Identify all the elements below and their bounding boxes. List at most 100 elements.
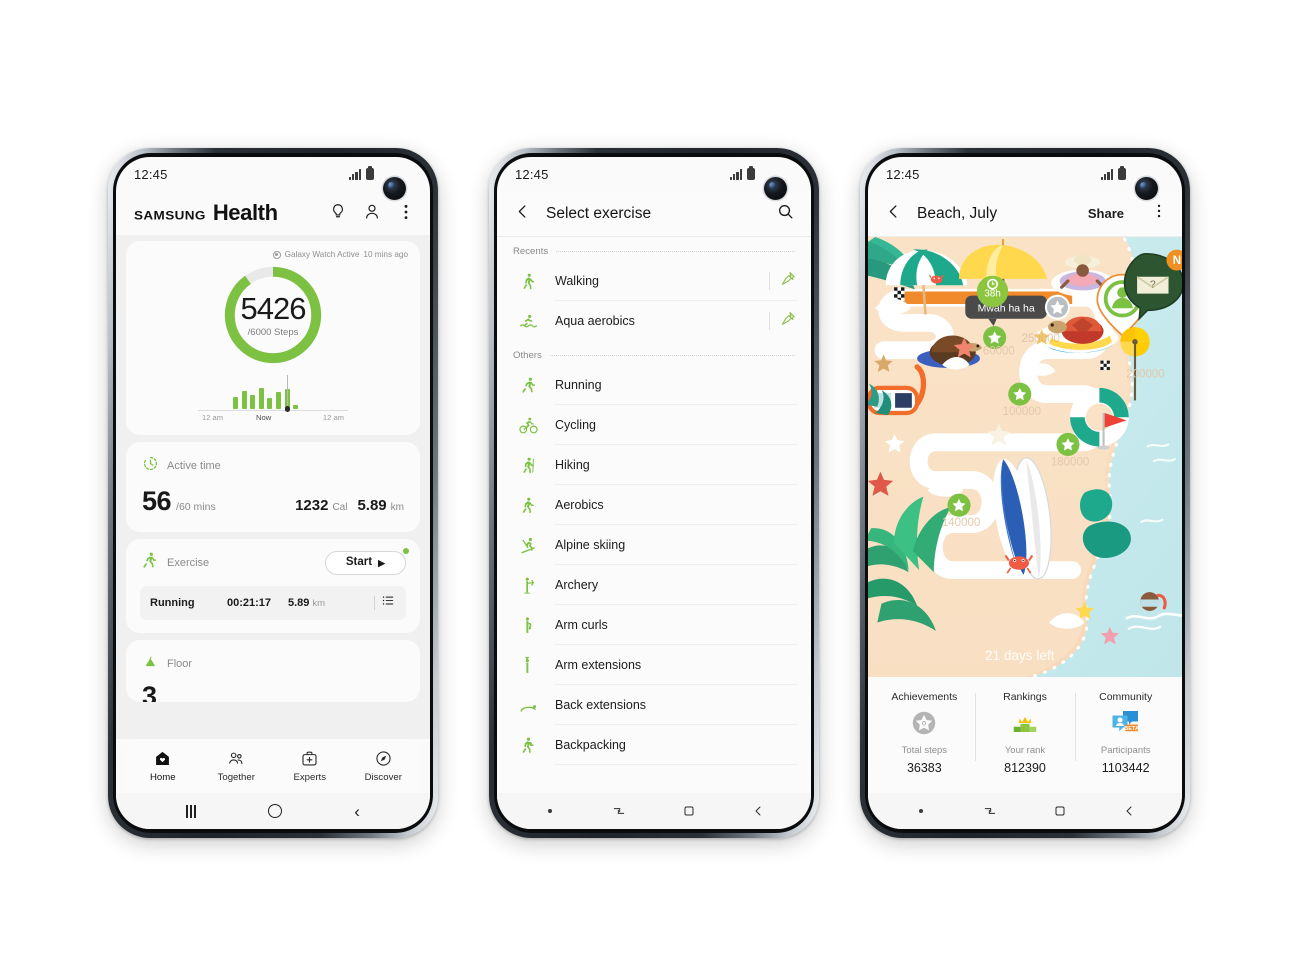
divider (769, 312, 770, 330)
exercise-item-aqua-aerobics[interactable]: Aqua aerobics (497, 301, 811, 341)
floor-card[interactable]: Floor 3 (126, 640, 420, 702)
home-circle-icon[interactable] (267, 804, 282, 818)
pin-icon[interactable] (780, 310, 797, 332)
screenshot-stage: 12:45 SAMSUNG Health Galaxy Watch Active… (0, 0, 1300, 961)
milestone-200000: 200000 (1126, 368, 1164, 380)
app-title: SAMSUNG Health (134, 200, 278, 226)
section-label: Recents (513, 246, 549, 257)
exercise-item-body: Back extensions (555, 685, 797, 725)
exercise-item-label: Aerobics (555, 497, 604, 512)
active-time-icon (142, 455, 159, 477)
pin-wrap (769, 270, 797, 292)
step-bar (275, 392, 281, 409)
floor-value: 3 (142, 681, 158, 702)
stat-column-rankings[interactable]: Rankings Your rank 812390 (974, 691, 1076, 775)
phone-bezel: 12:45 SAMSUNG Health Galaxy Watch Active… (113, 153, 433, 833)
status-time: 12:45 (886, 166, 920, 182)
stat-column-achievements[interactable]: Achievements 0 Total steps 36383 (874, 691, 975, 775)
compass-icon (376, 751, 391, 766)
share-button[interactable]: Share (1088, 206, 1124, 221)
cycling-icon (515, 416, 541, 435)
list-icon[interactable] (381, 593, 396, 613)
back-arrow-icon[interactable] (1095, 803, 1165, 819)
dot-icon (918, 808, 923, 814)
svg-text:60000: 60000 (983, 345, 1015, 357)
start-exercise-button[interactable]: Start ▶ (324, 551, 406, 575)
arm-extensions-icon (515, 656, 541, 675)
exercise-item-cycling[interactable]: Cycling (497, 405, 811, 445)
page-title: Select exercise (546, 204, 652, 222)
tab-together[interactable]: Together (200, 749, 274, 783)
front-camera-icon (1135, 177, 1158, 200)
recents-bars-icon[interactable] (186, 804, 196, 818)
tab-experts[interactable]: Experts (273, 749, 347, 783)
exercise-item-arm-extensions[interactable]: Arm extensions (497, 645, 811, 685)
status-icons (348, 166, 374, 180)
phone-device-health-home: 12:45 SAMSUNG Health Galaxy Watch Active… (108, 148, 438, 838)
tab-discover-label: Discover (364, 772, 402, 783)
days-left-text: 21 days left (985, 648, 1055, 663)
more-vertical-icon[interactable] (396, 202, 416, 224)
back-arrow-icon[interactable] (724, 803, 794, 819)
steps-count: 5426 (240, 290, 307, 326)
back-chevron-icon[interactable]: ‹ (354, 803, 360, 820)
stat-title: Community (1099, 691, 1153, 703)
home-scroll-body[interactable]: Galaxy Watch Active 10 mins ago 5426 /60… (116, 235, 430, 739)
exercise-item-arm-curls[interactable]: Arm curls (497, 605, 811, 645)
exercise-item-walking[interactable]: Walking (497, 261, 811, 301)
exercise-item-backpacking[interactable]: Backpacking (497, 725, 811, 765)
exercise-item-label: Arm extensions (555, 657, 642, 672)
exercise-item-label: Walking (555, 273, 599, 288)
chart-axis-labels: 12 am Now 12 am (198, 411, 348, 425)
back-chevron-icon[interactable] (513, 202, 532, 226)
profile-icon[interactable] (362, 202, 382, 224)
exercise-item-label: Cycling (555, 417, 596, 432)
screen-health-home: 12:45 SAMSUNG Health Galaxy Watch Active… (116, 157, 430, 829)
svg-text:140000: 140000 (942, 517, 980, 529)
tab-home[interactable]: Home (126, 749, 200, 783)
home-square-icon[interactable] (654, 803, 724, 819)
tab-discover[interactable]: Discover (347, 749, 421, 783)
exercise-item-label: Archery (555, 577, 599, 592)
stat-column-community[interactable]: Community BETA Participants 1103442 (1075, 691, 1176, 775)
exercise-list[interactable]: Recents Walking Aqua aerobics Others Running… (497, 237, 811, 793)
exercise-card[interactable]: Exercise Start ▶ Running 00:21:17 5.89 k… (126, 539, 420, 633)
search-icon[interactable] (776, 202, 795, 226)
new-indicator-dot-icon (403, 548, 409, 554)
challenge-stats: Achievements 0 Total steps 36383 Rankings You… (868, 677, 1182, 793)
podium-crown-icon (1010, 708, 1040, 738)
lightbulb-icon[interactable] (328, 202, 348, 224)
stat-title: Achievements (891, 691, 958, 703)
recents-icon[interactable] (585, 803, 655, 819)
steps-hourly-chart: 12 am Now 12 am (138, 373, 408, 425)
steps-card[interactable]: Galaxy Watch Active 10 mins ago 5426 /60… (126, 241, 420, 435)
recents-icon[interactable] (956, 803, 1026, 819)
more-vertical-icon[interactable] (1150, 202, 1168, 225)
exercise-item-hiking[interactable]: Hiking (497, 445, 811, 485)
active-minutes-unit: /60 mins (176, 501, 216, 513)
exercise-item-running[interactable]: Running (497, 365, 811, 405)
exercise-item-alpine-skiing[interactable]: Alpine skiing (497, 525, 811, 565)
stat-title: Rankings (1003, 691, 1047, 703)
section-label: Others (513, 350, 542, 361)
challenge-map[interactable]: Mwah ha ha ? N 60000 100000 180000 14000… (868, 237, 1182, 677)
exercise-summary-row[interactable]: Running 00:21:17 5.89 km (140, 586, 406, 620)
step-bar (258, 388, 264, 409)
system-nav-bar: ‹ (116, 793, 430, 829)
calories-value: 1232 (295, 497, 329, 514)
exercise-item-back-extensions[interactable]: Back extensions (497, 685, 811, 725)
running-icon (515, 376, 541, 395)
pin-icon[interactable] (780, 270, 797, 292)
timer-badge-text: 38h (984, 289, 1001, 300)
section-divider (556, 251, 795, 252)
svg-text:?: ? (1150, 279, 1156, 290)
home-square-icon[interactable] (1025, 803, 1095, 819)
phone-device-select-exercise: 12:45 Select exercise Recents Walking Aq… (489, 148, 819, 838)
community-beta-icon: BETA (1109, 708, 1143, 738)
home-heart-icon (156, 751, 170, 765)
section-header-others: Others (497, 341, 811, 365)
back-chevron-icon[interactable] (884, 202, 903, 226)
exercise-item-aerobics[interactable]: Aerobics (497, 485, 811, 525)
active-time-card[interactable]: Active time 56 /60 mins 1232 Cal 5.89 km (126, 442, 420, 532)
exercise-item-archery[interactable]: Archery (497, 565, 811, 605)
